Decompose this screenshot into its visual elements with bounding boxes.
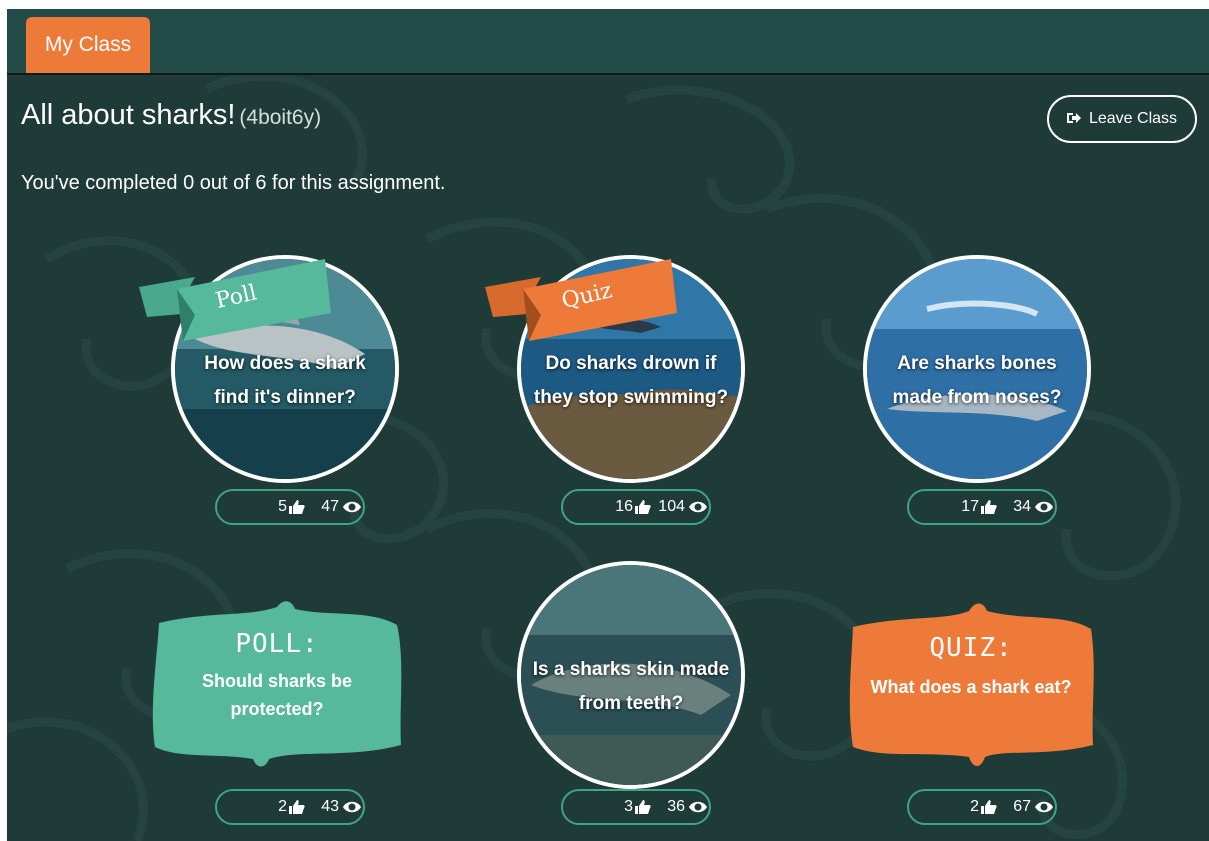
- tab-my-class[interactable]: My Class: [26, 17, 150, 73]
- card-image-circle: Are sharks bones made from noses?: [863, 255, 1091, 483]
- card-poll-shark-dinner[interactable]: How does a shark find it's dinner? Poll …: [133, 255, 433, 525]
- card-question: What does a shark eat?: [870, 677, 1072, 697]
- views-count: 36: [667, 798, 685, 815]
- likes-count: 16: [615, 498, 633, 515]
- class-title-text: All about sharks!: [21, 99, 236, 131]
- thumbs-up-icon[interactable]: [635, 500, 651, 514]
- eye-icon: [343, 801, 361, 813]
- thumbs-up-icon[interactable]: [981, 800, 997, 814]
- likes-count: 17: [961, 498, 979, 515]
- likes-count: 5: [278, 498, 287, 515]
- card-quiz-sharks-drown[interactable]: Do sharks drown if they stop swimming? Q…: [479, 255, 779, 525]
- card-stats: 5 47: [215, 489, 365, 525]
- card-sharks-bones[interactable]: Are sharks bones made from noses? 17 34: [825, 255, 1125, 525]
- class-page: My Class All about sharks! (4boit6y) Leav…: [7, 9, 1209, 841]
- views-count: 43: [321, 798, 339, 815]
- card-quiz-shark-eat[interactable]: QUIZ: What does a shark eat? 2 67: [825, 599, 1125, 829]
- views-count: 34: [1013, 498, 1031, 515]
- card-stats: 2 67: [907, 789, 1057, 825]
- card-question: Do sharks drown if they stop swimming?: [533, 353, 729, 408]
- thumbs-up-icon[interactable]: [981, 500, 997, 514]
- likes-count: 2: [278, 798, 287, 815]
- thumbs-up-icon[interactable]: [289, 500, 305, 514]
- class-code: (4boit6y): [239, 106, 322, 129]
- poll-sign-heading: POLL:: [235, 629, 319, 659]
- card-stats: 2 43: [215, 789, 365, 825]
- card-stats: 3 36: [561, 789, 711, 825]
- sign-out-icon: [1066, 113, 1081, 123]
- thumbs-up-icon[interactable]: [289, 800, 305, 814]
- leave-class-label: Leave Class: [1088, 110, 1178, 127]
- quiz-sign: QUIZ: What does a shark eat?: [845, 599, 1097, 769]
- card-question: Is a sharks skin made from teeth?: [532, 659, 730, 714]
- card-question: Should sharks be protected?: [201, 671, 353, 719]
- eye-icon: [689, 501, 707, 513]
- leave-class-button[interactable]: Leave Class: [1047, 95, 1197, 143]
- card-question: How does a shark find it's dinner?: [204, 353, 366, 408]
- assignment-progress-text: You've completed 0 out of 6 for this ass…: [21, 172, 446, 194]
- views-count: 67: [1013, 798, 1031, 815]
- eye-icon: [689, 801, 707, 813]
- card-stats: 17 34: [907, 489, 1057, 525]
- likes-count: 3: [624, 798, 633, 815]
- views-count: 104: [658, 498, 685, 515]
- card-question: Are sharks bones made from noses?: [892, 353, 1062, 408]
- top-bar: My Class: [7, 9, 1209, 75]
- card-sharks-skin[interactable]: Is a sharks skin made from teeth? 3 36: [479, 561, 779, 831]
- card-image-circle: Is a sharks skin made from teeth?: [517, 561, 745, 789]
- views-count: 47: [321, 498, 339, 515]
- quiz-sign-heading: QUIZ:: [929, 633, 1013, 663]
- likes-count: 2: [970, 798, 979, 815]
- poll-sign: POLL: Should sharks be protected?: [149, 599, 405, 769]
- card-stats: 16 104: [561, 489, 711, 525]
- thumbs-up-icon[interactable]: [635, 800, 651, 814]
- eye-icon: [1035, 801, 1053, 813]
- class-title: All about sharks! (4boit6y): [21, 99, 321, 132]
- card-poll-sharks-protected[interactable]: POLL: Should sharks be protected? 2 43: [133, 599, 433, 829]
- eye-icon: [1035, 501, 1053, 513]
- eye-icon: [343, 501, 361, 513]
